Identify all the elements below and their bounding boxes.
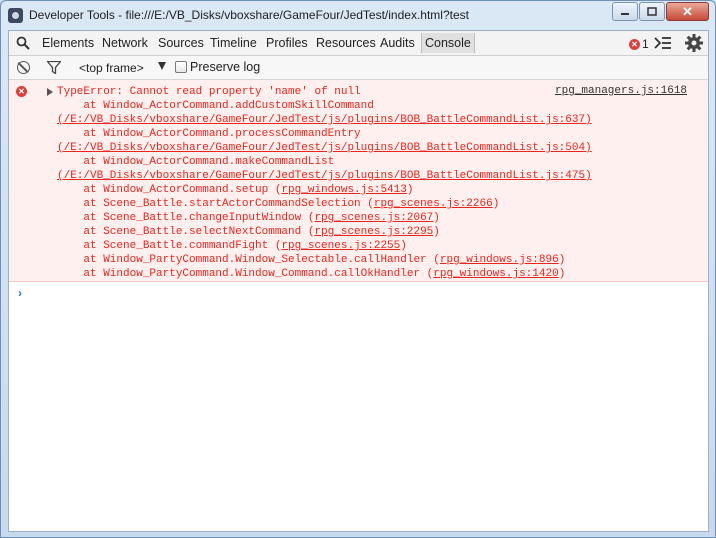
devtools-content: Elements Network Sources Timeline Profil… xyxy=(8,30,709,532)
tab-resources[interactable]: Resources xyxy=(316,36,376,50)
stack-line: at Scene_Battle.changeInputWindow (rpg_s… xyxy=(57,211,592,225)
clear-console-icon[interactable] xyxy=(17,61,30,74)
stack-text: at Window_ActorCommand.addCustomSkillCom… xyxy=(57,100,374,112)
stack-line: at Window_ActorCommand.setup (rpg_window… xyxy=(57,183,592,197)
maximize-button[interactable] xyxy=(639,2,665,21)
source-link[interactable]: rpg_managers.js:1618 xyxy=(555,85,687,97)
stack-line: (/E:/VB_Disks/vboxshare/GameFour/JedTest… xyxy=(57,113,592,127)
stack-line: at Scene_Battle.startActorCommandSelecti… xyxy=(57,197,592,211)
stack-source-link[interactable]: (/E:/VB_Disks/vboxshare/GameFour/JedTest… xyxy=(57,114,592,126)
error-message: ✕ TypeError: Cannot read property 'name'… xyxy=(9,80,708,282)
frame-selector[interactable]: <top frame> xyxy=(79,61,144,75)
stack-text: at Scene_Battle.changeInputWindow ( xyxy=(57,212,315,224)
tab-audits[interactable]: Audits xyxy=(380,36,415,50)
stack-line: at Scene_Battle.selectNextCommand (rpg_s… xyxy=(57,225,592,239)
stack-line: at Scene_Battle.commandFight (rpg_scenes… xyxy=(57,239,592,253)
stack-text-tail: ) xyxy=(433,212,440,224)
console-messages: ✕ TypeError: Cannot read property 'name'… xyxy=(9,80,708,531)
search-icon[interactable] xyxy=(16,36,30,50)
console-toolbar: <top frame> Preserve log xyxy=(9,56,708,80)
stack-line: at Window_PartyCommand.Window_Selectable… xyxy=(57,253,592,267)
tab-sources[interactable]: Sources xyxy=(158,36,204,50)
stack-text-tail: ) xyxy=(433,226,440,238)
stack-source-link[interactable]: rpg_windows.js:1420 xyxy=(433,268,558,280)
window-controls: ✕ xyxy=(612,2,709,21)
stack-text: at Scene_Battle.selectNextCommand ( xyxy=(57,226,315,238)
stack-source-link[interactable]: rpg_scenes.js:2067 xyxy=(314,212,433,224)
stack-line: at Window_PartyCommand.Window_Command.ca… xyxy=(57,267,592,281)
console-prompt[interactable]: › xyxy=(18,286,22,300)
stack-line: at Window_ActorCommand.makeCommandList xyxy=(57,155,592,169)
stack-source-link[interactable]: rpg_scenes.js:2295 xyxy=(314,226,433,238)
stack-source-link[interactable]: (/E:/VB_Disks/vboxshare/GameFour/JedTest… xyxy=(57,170,592,182)
stack-text-tail: ) xyxy=(558,268,566,280)
stack-text-tail: ) xyxy=(558,254,566,266)
stack-trace: TypeError: Cannot read property 'name' o… xyxy=(57,85,592,281)
devtools-window: Developer Tools - file:///E:/VB_Disks/vb… xyxy=(0,0,716,538)
stack-line: TypeError: Cannot read property 'name' o… xyxy=(57,85,592,99)
preserve-log-checkbox[interactable] xyxy=(175,61,187,73)
stack-source-link[interactable]: rpg_windows.js:5413 xyxy=(281,184,406,196)
expand-triangle-icon[interactable] xyxy=(47,88,53,96)
stack-text-tail: ) xyxy=(400,240,407,252)
stack-text: at Scene_Battle.startActorCommandSelecti… xyxy=(57,198,374,210)
stack-source-link[interactable]: (/E:/VB_Disks/vboxshare/GameFour/JedTest… xyxy=(57,142,592,154)
minimize-button[interactable] xyxy=(612,2,638,21)
stack-line: at Window_ActorCommand.processCommandEnt… xyxy=(57,127,592,141)
stack-text: at Window_PartyCommand.Window_Selectable… xyxy=(57,254,440,266)
tab-elements[interactable]: Elements xyxy=(42,36,94,50)
tab-timeline[interactable]: Timeline xyxy=(210,36,257,50)
tab-network[interactable]: Network xyxy=(102,36,148,50)
show-drawer-icon[interactable] xyxy=(654,36,672,50)
preserve-log-option[interactable]: Preserve log xyxy=(175,60,260,74)
stack-source-link[interactable]: rpg_scenes.js:2255 xyxy=(281,240,400,252)
stack-line: (/E:/VB_Disks/vboxshare/GameFour/JedTest… xyxy=(57,141,592,155)
stack-text: at Window_ActorCommand.setup ( xyxy=(57,184,282,196)
close-button[interactable]: ✕ xyxy=(666,2,709,21)
preserve-log-label: Preserve log xyxy=(190,60,261,74)
stack-source-link[interactable]: rpg_windows.js:896 xyxy=(440,254,559,266)
stack-text: at Window_ActorCommand.processCommandEnt… xyxy=(57,128,361,140)
stack-line: at Window_ActorCommand.addCustomSkillCom… xyxy=(57,99,592,113)
filter-icon[interactable] xyxy=(47,61,61,74)
stack-text: at Window_ActorCommand.makeCommandList xyxy=(57,156,335,168)
panel-tabbar: Elements Network Sources Timeline Profil… xyxy=(9,31,708,56)
stack-text: at Window_PartyCommand.Window_Command.ca… xyxy=(57,268,434,280)
stack-source-link[interactable]: rpg_scenes.js:2266 xyxy=(374,198,493,210)
stack-text: at Scene_Battle.commandFight ( xyxy=(57,240,282,252)
stack-line: (/E:/VB_Disks/vboxshare/GameFour/JedTest… xyxy=(57,169,592,183)
chevron-down-icon[interactable] xyxy=(158,62,166,70)
error-icon: ✕ xyxy=(629,38,640,50)
tab-console[interactable]: Console xyxy=(421,33,475,53)
error-count: 1 xyxy=(642,37,649,51)
title-bar[interactable]: Developer Tools - file:///E:/VB_Disks/vb… xyxy=(1,1,715,29)
tab-profiles[interactable]: Profiles xyxy=(266,36,308,50)
window-title: Developer Tools - file:///E:/VB_Disks/vb… xyxy=(29,8,469,22)
minimize-icon xyxy=(621,12,629,15)
error-counter[interactable]: ✕ 1 xyxy=(629,37,649,51)
maximize-icon xyxy=(647,7,657,16)
devtools-app-icon xyxy=(8,8,23,23)
gear-icon[interactable] xyxy=(685,34,703,52)
error-icon: ✕ xyxy=(16,86,27,97)
stack-text-tail: ) xyxy=(406,184,414,196)
stack-text-tail: ) xyxy=(492,198,500,210)
stack-text: TypeError: Cannot read property 'name' o… xyxy=(57,86,361,98)
